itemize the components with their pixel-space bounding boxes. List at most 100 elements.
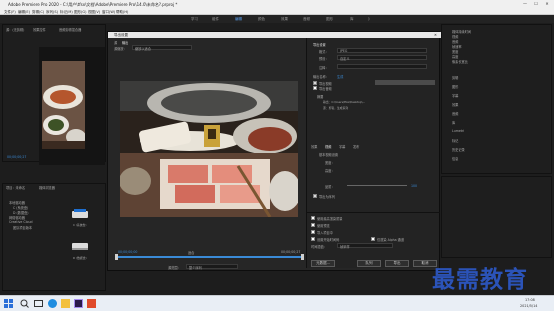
tab-source-dialog[interactable]: 源 bbox=[114, 40, 117, 45]
tab-source[interactable]: 源：(无剪辑) bbox=[6, 27, 24, 32]
workspace-graphics[interactable]: 图形 bbox=[326, 17, 333, 22]
output-name-link[interactable]: 生成 bbox=[337, 74, 343, 79]
menu-clip[interactable]: 剪辑(C) bbox=[32, 10, 44, 15]
import-project-checkbox[interactable] bbox=[311, 230, 315, 234]
workspace-editing[interactable]: 编辑 bbox=[235, 17, 242, 22]
tab-captions[interactable]: 字幕 bbox=[339, 144, 345, 149]
menu-edit[interactable]: 编辑(E) bbox=[18, 10, 30, 15]
drive-d-icon[interactable] bbox=[71, 240, 89, 252]
range-start-timecode: 00;00;00;00 bbox=[118, 250, 138, 254]
menu-marker[interactable]: 标记(M) bbox=[60, 10, 73, 15]
comment-label: 注释： bbox=[319, 66, 329, 70]
workspace-effects[interactable]: 效果 bbox=[281, 17, 288, 22]
search-icon[interactable] bbox=[20, 299, 29, 308]
side-item-audio[interactable]: 音频 bbox=[452, 111, 458, 116]
summary-output: 输出：C:\Users\tfsx\Desktop\... bbox=[323, 100, 366, 104]
time-interp-select[interactable]: 帧采样 bbox=[337, 243, 393, 249]
export-audio-checkbox[interactable] bbox=[313, 86, 317, 90]
import-project-label: 导入项目中 bbox=[317, 231, 333, 235]
quality-slider[interactable] bbox=[347, 185, 407, 186]
preset-value: 自定义 bbox=[340, 57, 350, 61]
menu-graphics[interactable]: 图形(G) bbox=[74, 10, 86, 15]
source-frame-art bbox=[42, 61, 85, 149]
tab-publish[interactable]: 发布 bbox=[353, 144, 359, 149]
minimize-button[interactable]: — bbox=[520, 1, 530, 7]
explorer-icon[interactable] bbox=[61, 299, 70, 308]
source-timecode: 00;00;00;27 bbox=[7, 155, 27, 159]
in-point-handle[interactable] bbox=[115, 254, 118, 260]
edge-icon[interactable] bbox=[48, 299, 57, 308]
side-item-effects[interactable]: 效果 bbox=[452, 102, 458, 107]
workspace-learn[interactable]: 学习 bbox=[191, 17, 198, 22]
use-previews-checkbox[interactable] bbox=[311, 223, 315, 227]
right-side-list: 剪辑 图形 字幕 效果 音频 库 Lumetri 标记 历史记录 信息 bbox=[452, 75, 512, 175]
tab-project[interactable]: 项目：未命名 bbox=[6, 185, 25, 190]
format-select[interactable]: JPEG bbox=[337, 48, 427, 53]
alpha-only-label: 仅渲染 Alpha 通道 bbox=[377, 238, 405, 242]
watermark-text: 最需教育 bbox=[432, 266, 528, 293]
summary-label: 摘要 bbox=[317, 95, 324, 99]
timeline-panel bbox=[441, 176, 552, 258]
source-scaling-select[interactable]: 缩放以适合 bbox=[132, 45, 192, 51]
side-item-lumetri[interactable]: Lumetri bbox=[452, 129, 464, 133]
workspace-color[interactable]: 颜色 bbox=[258, 17, 265, 22]
source-range-select[interactable]: 整个序列 bbox=[186, 264, 238, 270]
project-panel: 项目：未命名 媒体浏览器 本地驱动器 C (系统盘) D (数据盘) 网络驱动器… bbox=[2, 183, 106, 291]
tree-creative-cloud[interactable]: Creative Cloud bbox=[9, 220, 32, 224]
tab-output-dialog[interactable]: 输出 bbox=[122, 40, 128, 45]
window-titlebar: Adobe Premiere Pro 2020 - C:\用户\tfsx\文档\… bbox=[0, 0, 554, 8]
tab-audio-mixer[interactable]: 音频剪辑混合器 bbox=[59, 27, 81, 32]
side-item-markers[interactable]: 标记 bbox=[452, 138, 458, 143]
quality-value[interactable]: 100 bbox=[411, 184, 417, 188]
tab-effects[interactable]: 效果 bbox=[311, 144, 317, 149]
source-scaling-value: 缩放以适合 bbox=[135, 47, 151, 51]
side-item-graphics[interactable]: 图形 bbox=[452, 84, 458, 89]
source-viewer bbox=[39, 47, 105, 165]
side-item-clip[interactable]: 剪辑 bbox=[452, 75, 458, 80]
source-scaling-label: 源缩放： bbox=[114, 47, 127, 51]
menu-sequence[interactable]: 序列(S) bbox=[46, 10, 58, 15]
workspace-assembly[interactable]: 组件 bbox=[212, 17, 219, 22]
side-item-libraries[interactable]: 库 bbox=[452, 120, 455, 125]
menu-file[interactable]: 文件(F) bbox=[4, 10, 16, 15]
fit-label[interactable]: 适合 bbox=[188, 250, 194, 255]
range-timeline-bar[interactable] bbox=[116, 256, 304, 258]
info-line-7: 像素长宽比 bbox=[452, 60, 468, 64]
queue-button[interactable]: 队列 bbox=[357, 260, 381, 267]
alpha-only-checkbox[interactable] bbox=[371, 237, 375, 241]
tab-media-browser[interactable]: 媒体浏览器 bbox=[39, 185, 55, 190]
start-timecode-checkbox[interactable] bbox=[311, 237, 315, 241]
side-item-history[interactable]: 历史记录 bbox=[452, 147, 465, 152]
source-panel: 源：(无剪辑) 效果控件 音频剪辑混合器 00;00;00;27 bbox=[2, 24, 106, 165]
preview-image bbox=[120, 81, 298, 217]
close-button[interactable]: ✕ bbox=[542, 1, 552, 7]
workspace-more[interactable]: 》 bbox=[368, 17, 372, 22]
comment-input[interactable] bbox=[337, 64, 427, 69]
metadata-button[interactable]: 元数据... bbox=[311, 260, 335, 267]
tree-team-projects[interactable]: 团队项目版本 bbox=[13, 225, 32, 230]
menu-help[interactable]: 帮助(H) bbox=[116, 10, 128, 15]
drive-c-icon[interactable] bbox=[71, 208, 89, 220]
maximize-button[interactable]: ☐ bbox=[531, 1, 541, 7]
side-item-captions[interactable]: 字幕 bbox=[452, 93, 458, 98]
taskview-icon[interactable] bbox=[34, 299, 43, 308]
max-render-checkbox[interactable] bbox=[311, 216, 315, 220]
workspace-audio[interactable]: 音频 bbox=[303, 17, 310, 22]
export-video-checkbox[interactable] bbox=[313, 81, 317, 85]
menu-window[interactable]: 窗口(W) bbox=[102, 10, 115, 15]
export-sequence-checkbox[interactable] bbox=[313, 194, 317, 198]
store-icon[interactable] bbox=[87, 299, 96, 308]
settings-divider bbox=[307, 212, 440, 213]
workspace-libraries[interactable]: 库 bbox=[350, 17, 354, 22]
export-button[interactable]: 导出 bbox=[385, 260, 409, 267]
dialog-close-icon[interactable]: ✕ bbox=[434, 33, 437, 37]
tab-effect-controls[interactable]: 效果控件 bbox=[33, 27, 46, 32]
export-settings-header: 导出设置 bbox=[313, 43, 326, 47]
preset-select[interactable]: 自定义 bbox=[337, 55, 427, 61]
start-icon[interactable] bbox=[4, 299, 13, 308]
tab-video[interactable]: 视频 bbox=[325, 144, 331, 149]
side-item-info[interactable]: 信息 bbox=[452, 156, 458, 161]
menu-view[interactable]: 视图(V) bbox=[88, 10, 100, 15]
out-point-handle[interactable] bbox=[301, 254, 304, 260]
premiere-icon[interactable] bbox=[74, 299, 83, 308]
